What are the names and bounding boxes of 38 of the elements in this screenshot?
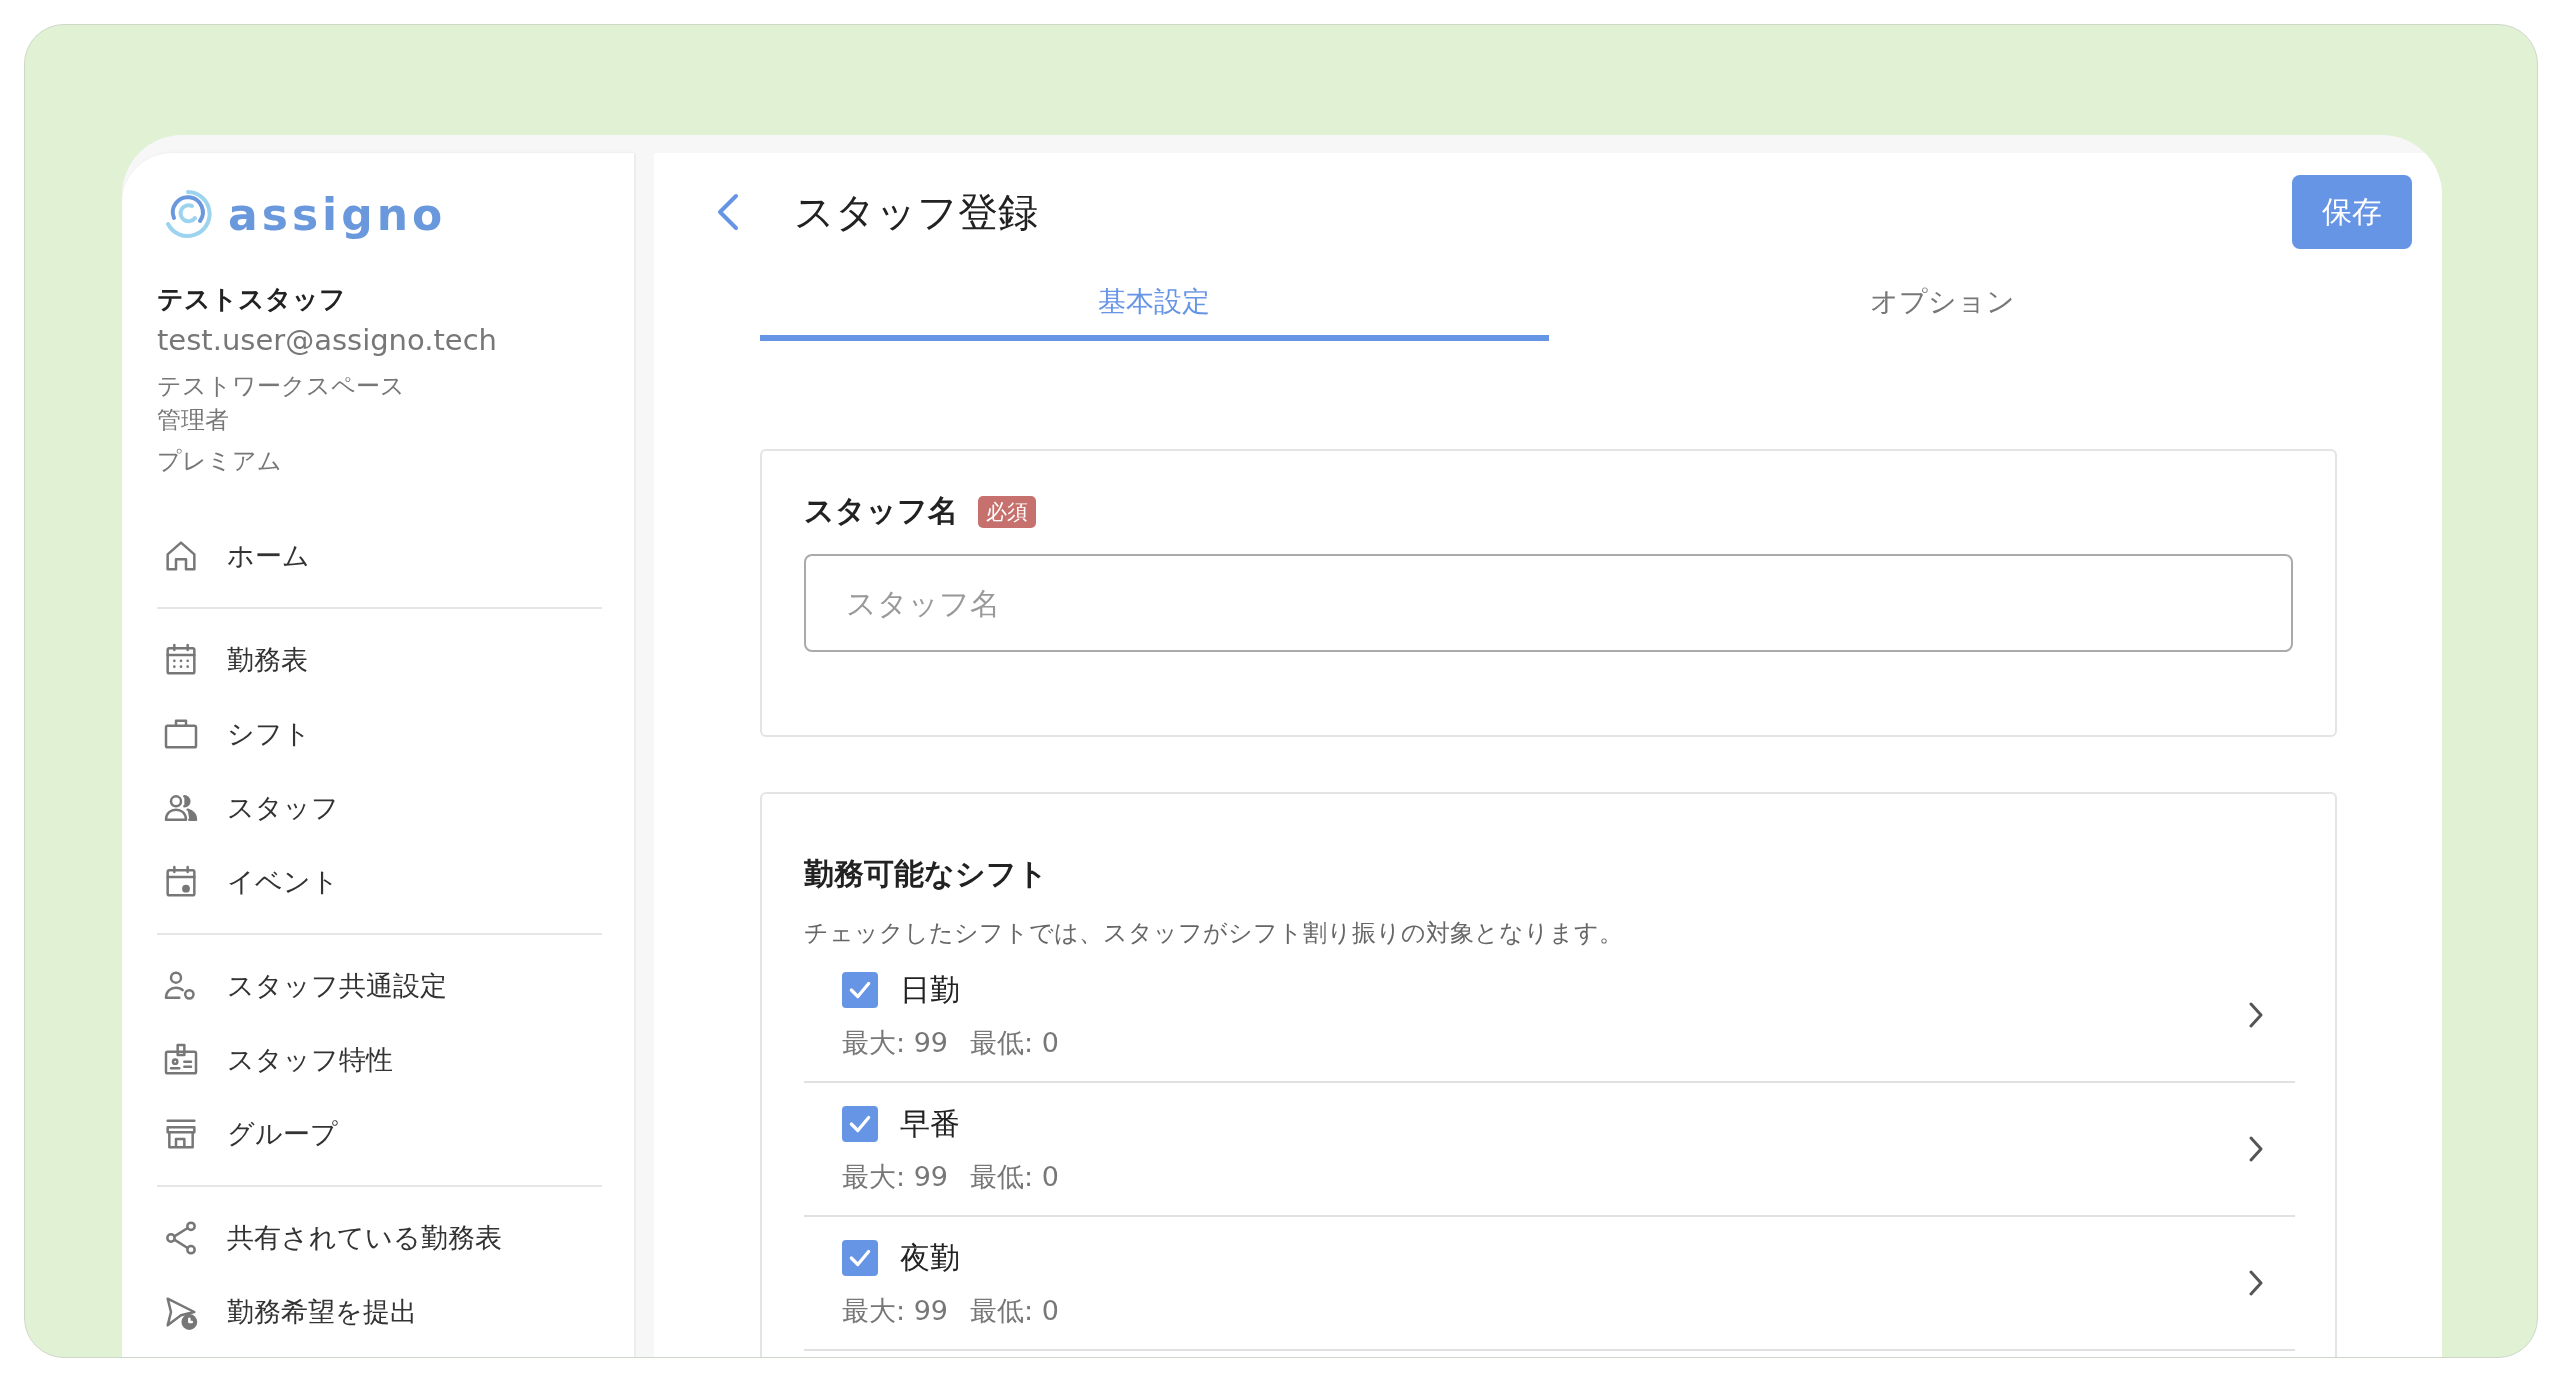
nav-item[interactable]: 勤務希望を提出 [227, 1294, 417, 1330]
shift-name: 早番 [900, 1104, 960, 1143]
nav-item[interactable]: ホーム [227, 538, 310, 574]
section-description: チェックしたシフトでは、スタッフがシフト割り振りの対象となります。 [804, 918, 1624, 949]
min-count: 最低: 0 [970, 1025, 1059, 1060]
checkbox[interactable] [842, 972, 878, 1008]
nav-item[interactable]: スタッフ特性 [227, 1042, 393, 1078]
chevron-right-icon[interactable] [2247, 1134, 2265, 1164]
max-count: 最大: 99 [842, 1293, 949, 1328]
user-name: テストスタッフ [157, 283, 347, 316]
chevron-right-icon[interactable] [2247, 1000, 2265, 1030]
checkbox[interactable] [842, 1240, 878, 1276]
field-label: スタッフ名 [804, 492, 958, 530]
plan-name: プレミアム [157, 446, 283, 477]
page-title: スタッフ登録 [794, 187, 1038, 237]
nav-item[interactable]: スタッフ共通設定 [227, 968, 447, 1004]
nav-item[interactable]: イベント [227, 864, 339, 900]
required-badge: 必須 [978, 495, 1036, 528]
user-role: 管理者 [157, 405, 230, 436]
section-title: 勤務可能なシフト [804, 855, 1049, 893]
chevron-right-icon[interactable] [2247, 1268, 2265, 1298]
shift-name: 日勤 [900, 970, 960, 1009]
user-email: test.user@assigno.tech [157, 323, 498, 357]
min-count: 最低: 0 [970, 1293, 1059, 1328]
tab[interactable]: オプション [1548, 271, 2337, 341]
logo-text: assigno [228, 188, 447, 240]
max-count: 最大: 99 [842, 1025, 949, 1060]
checkbox[interactable] [842, 1106, 878, 1142]
nav-item[interactable]: グループ [227, 1116, 338, 1152]
nav-item[interactable]: 勤務表 [227, 642, 308, 678]
min-count: 最低: 0 [970, 1159, 1059, 1194]
shift-name: 夜勤 [900, 1238, 960, 1277]
staff-name-field[interactable]: スタッフ名 [804, 554, 2293, 652]
workspace-name: テストワークスペース [157, 371, 406, 402]
nav-item[interactable]: 共有されている勤務表 [227, 1220, 502, 1256]
nav-item[interactable]: スタッフ [227, 790, 339, 826]
nav-item[interactable]: シフト [227, 716, 311, 752]
max-count: 最大: 99 [842, 1159, 949, 1194]
